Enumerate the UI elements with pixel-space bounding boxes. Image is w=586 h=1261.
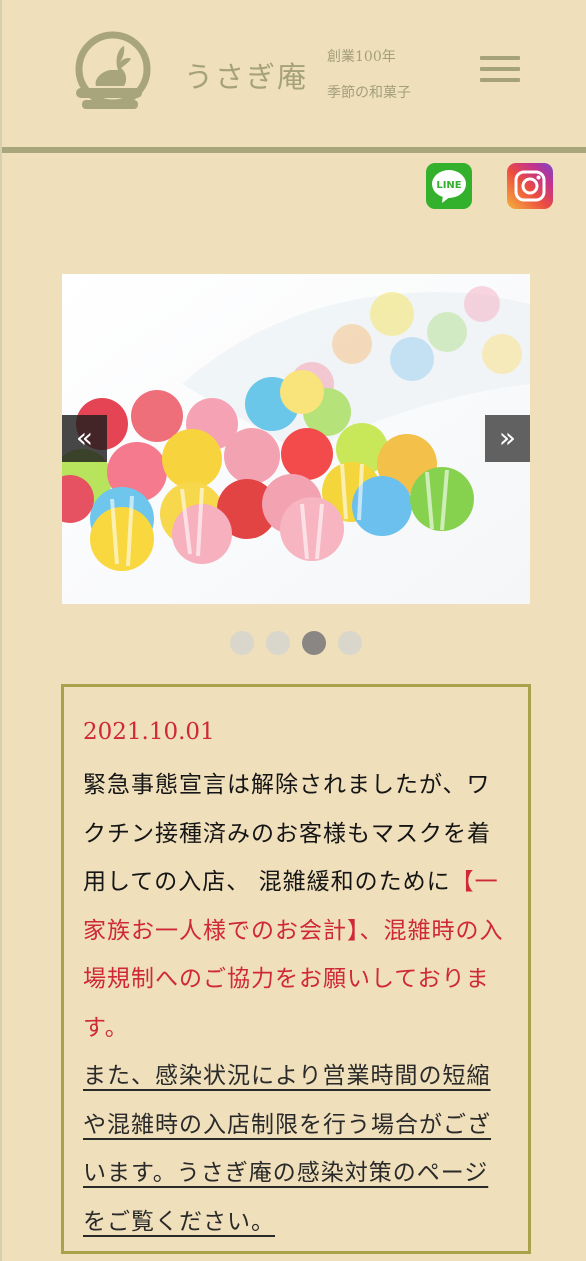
slider-dot-2[interactable] bbox=[266, 631, 290, 655]
tagline-founded: 創業100年 bbox=[327, 49, 396, 65]
slider-prev-button[interactable]: « bbox=[62, 415, 107, 462]
line-icon[interactable]: LINE bbox=[426, 163, 472, 209]
slider-dot-1[interactable] bbox=[230, 631, 254, 655]
rabbit-moon-logo[interactable] bbox=[68, 28, 154, 110]
news-notice-box: 2021.10.01 緊急事態宣言は解除されましたが、ワクチン接種済みのお客様も… bbox=[61, 684, 531, 1254]
image-slider[interactable]: « » bbox=[62, 274, 530, 604]
hamburger-menu-icon[interactable] bbox=[480, 56, 520, 86]
colorful-candies-photo bbox=[62, 274, 530, 604]
header-divider bbox=[2, 147, 586, 153]
notice-date: 2021.10.01 bbox=[83, 719, 215, 745]
slider-dot-4[interactable] bbox=[338, 631, 362, 655]
notice-text-black: 緊急事態宣言は解除されましたが、ワクチン接種済みのお客様もマスクを着用しての入店… bbox=[83, 772, 491, 895]
menu-bar bbox=[480, 67, 520, 71]
tagline-seasonal: 季節の和菓子 bbox=[327, 85, 411, 101]
menu-bar bbox=[480, 78, 520, 82]
slider-dot-3[interactable] bbox=[302, 631, 326, 655]
covid-measures-link[interactable]: また、感染状況により営業時間の短縮や混雑時の入店制限を行う場合がございます。うさ… bbox=[83, 1063, 491, 1235]
menu-bar bbox=[480, 56, 520, 60]
page: うさぎ庵 創業100年 季節の和菓子 LINE « » 2021.10.01 緊… bbox=[0, 0, 586, 1261]
line-label: LINE bbox=[436, 180, 461, 191]
notice-body: 緊急事態宣言は解除されましたが、ワクチン接種済みのお客様もマスクを着用しての入店… bbox=[83, 761, 510, 1246]
site-header: うさぎ庵 創業100年 季節の和菓子 bbox=[2, 0, 586, 148]
instagram-icon[interactable] bbox=[507, 163, 553, 209]
brand-name[interactable]: うさぎ庵 bbox=[184, 54, 308, 96]
slider-next-button[interactable]: » bbox=[485, 415, 530, 462]
